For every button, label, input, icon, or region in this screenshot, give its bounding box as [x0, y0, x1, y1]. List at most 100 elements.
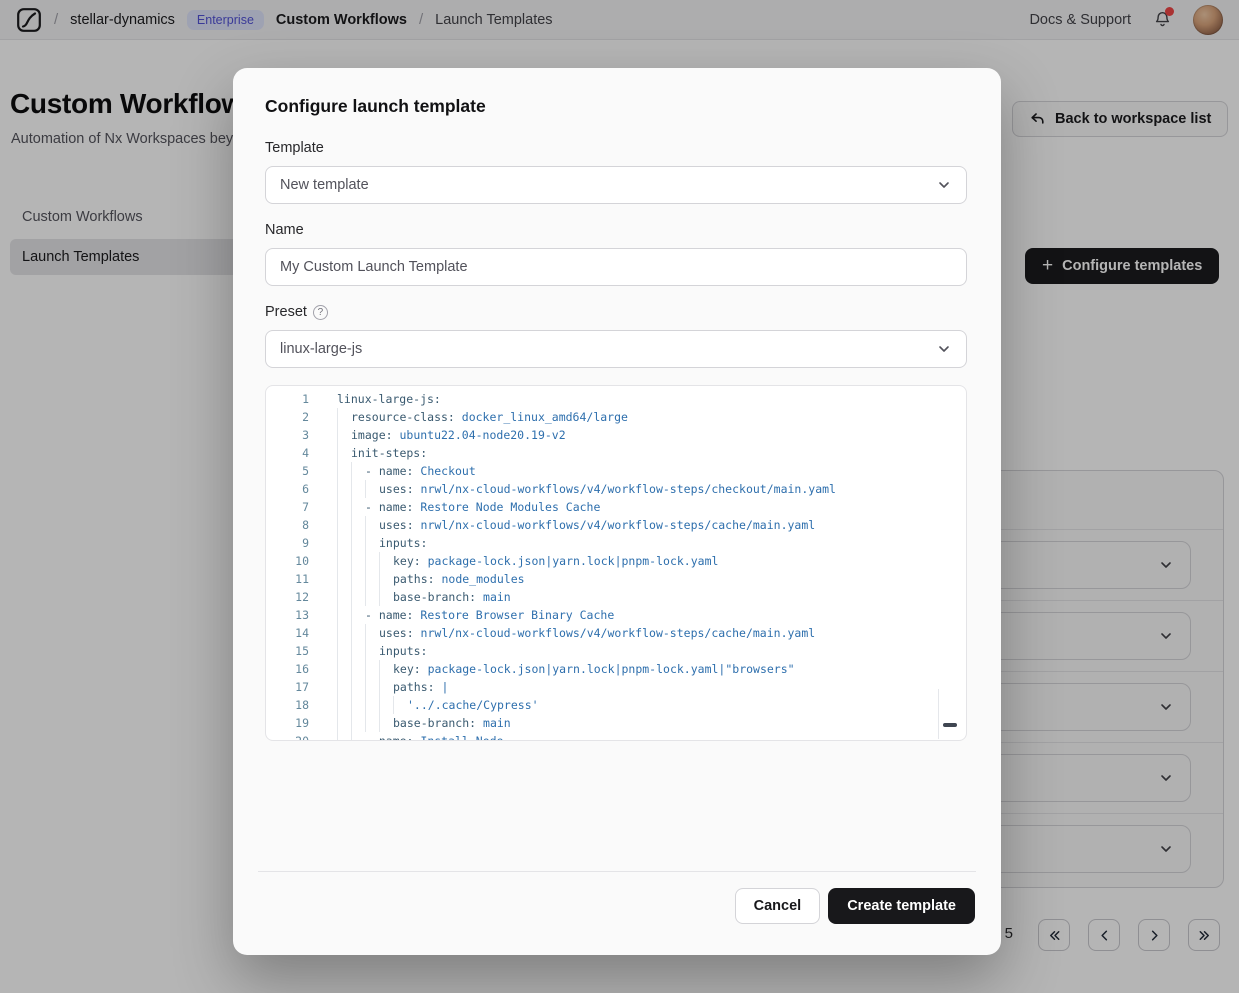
- indent-guide: [351, 534, 365, 552]
- line-number: 10: [266, 552, 337, 570]
- code-line: 10key: package-lock.json|yarn.lock|pnpm-…: [266, 552, 966, 570]
- indent-guide: [379, 714, 393, 732]
- code-line: 15inputs:: [266, 642, 966, 660]
- preset-label: Preset ?: [265, 304, 328, 320]
- code-line: 7- name: Restore Node Modules Cache: [266, 498, 966, 516]
- indent-guide: [337, 732, 351, 741]
- configure-launch-template-modal: Configure launch template Template New t…: [233, 68, 1001, 955]
- modal-footer-divider: [258, 871, 976, 872]
- indent-guide: [365, 642, 379, 660]
- template-select-value: New template: [280, 177, 369, 193]
- line-number: 20: [266, 732, 337, 741]
- indent-guide: [351, 696, 365, 714]
- indent-guide: [337, 624, 351, 642]
- line-number: 16: [266, 660, 337, 678]
- code-line: 19base-branch: main: [266, 714, 966, 732]
- code-line: 11paths: node_modules: [266, 570, 966, 588]
- preset-select[interactable]: linux-large-js: [265, 330, 967, 368]
- code-line: 9inputs:: [266, 534, 966, 552]
- line-number: 11: [266, 570, 337, 588]
- code-line: 14uses: nrwl/nx-cloud-workflows/v4/workf…: [266, 624, 966, 642]
- line-number: 12: [266, 588, 337, 606]
- indent-guide: [365, 714, 379, 732]
- line-number: 9: [266, 534, 337, 552]
- line-number: 4: [266, 444, 337, 462]
- line-number: 6: [266, 480, 337, 498]
- indent-guide: [379, 570, 393, 588]
- indent-guide: [365, 516, 379, 534]
- indent-guide: [365, 624, 379, 642]
- indent-guide: [351, 570, 365, 588]
- indent-guide: [337, 678, 351, 696]
- code-line: 13- name: Restore Browser Binary Cache: [266, 606, 966, 624]
- code-line: 5- name: Checkout: [266, 462, 966, 480]
- indent-guide: [337, 516, 351, 534]
- cancel-button[interactable]: Cancel: [735, 888, 821, 924]
- indent-guide: [365, 588, 379, 606]
- indent-guide: [379, 678, 393, 696]
- indent-guide: [379, 552, 393, 570]
- indent-guide: [337, 462, 351, 480]
- indent-guide: [365, 696, 379, 714]
- code-line: 3image: ubuntu22.04-node20.19-v2: [266, 426, 966, 444]
- indent-guide: [351, 498, 365, 516]
- line-number: 13: [266, 606, 337, 624]
- preset-label-text: Preset: [265, 304, 307, 320]
- indent-guide: [337, 660, 351, 678]
- indent-guide: [351, 714, 365, 732]
- name-label: Name: [265, 222, 304, 238]
- indent-guide: [379, 696, 393, 714]
- indent-guide: [351, 624, 365, 642]
- line-number: 7: [266, 498, 337, 516]
- indent-guide: [393, 696, 407, 714]
- name-input[interactable]: [265, 248, 967, 286]
- indent-guide: [379, 660, 393, 678]
- line-number: 2: [266, 408, 337, 426]
- code-editor[interactable]: 1linux-large-js:2resource-class: docker_…: [265, 385, 967, 741]
- indent-guide: [351, 552, 365, 570]
- create-template-button[interactable]: Create template: [828, 888, 975, 924]
- indent-guide: [337, 570, 351, 588]
- indent-guide: [365, 570, 379, 588]
- code-line: 18'../.cache/Cypress': [266, 696, 966, 714]
- help-icon[interactable]: ?: [313, 305, 328, 320]
- indent-guide: [337, 588, 351, 606]
- indent-guide: [365, 552, 379, 570]
- line-number: 18: [266, 696, 337, 714]
- indent-guide: [351, 660, 365, 678]
- line-number: 17: [266, 678, 337, 696]
- code-line: 8uses: nrwl/nx-cloud-workflows/v4/workfl…: [266, 516, 966, 534]
- indent-guide: [351, 480, 365, 498]
- editor-scrollbar-track: [938, 689, 939, 739]
- line-number: 1: [266, 390, 337, 408]
- indent-guide: [337, 444, 351, 462]
- indent-guide: [365, 678, 379, 696]
- modal-footer: Cancel Create template: [735, 888, 975, 924]
- code-line: 12base-branch: main: [266, 588, 966, 606]
- line-number: 3: [266, 426, 337, 444]
- indent-guide: [337, 408, 351, 426]
- line-number: 15: [266, 642, 337, 660]
- indent-guide: [351, 606, 365, 624]
- template-label: Template: [265, 140, 324, 156]
- code-line: 6uses: nrwl/nx-cloud-workflows/v4/workfl…: [266, 480, 966, 498]
- code-line: 17paths: |: [266, 678, 966, 696]
- indent-guide: [351, 732, 365, 741]
- code-line: 2resource-class: docker_linux_amd64/larg…: [266, 408, 966, 426]
- chevron-down-icon: [936, 177, 952, 193]
- line-number: 19: [266, 714, 337, 732]
- indent-guide: [337, 696, 351, 714]
- line-number: 14: [266, 624, 337, 642]
- editor-scrollbar-thumb[interactable]: [943, 723, 957, 727]
- indent-guide: [337, 714, 351, 732]
- indent-guide: [351, 588, 365, 606]
- indent-guide: [337, 498, 351, 516]
- indent-guide: [379, 588, 393, 606]
- indent-guide: [351, 516, 365, 534]
- template-select[interactable]: New template: [265, 166, 967, 204]
- indent-guide: [365, 660, 379, 678]
- line-number: 5: [266, 462, 337, 480]
- indent-guide: [351, 678, 365, 696]
- chevron-down-icon: [936, 341, 952, 357]
- code-line: 20- name: Install Node: [266, 732, 966, 741]
